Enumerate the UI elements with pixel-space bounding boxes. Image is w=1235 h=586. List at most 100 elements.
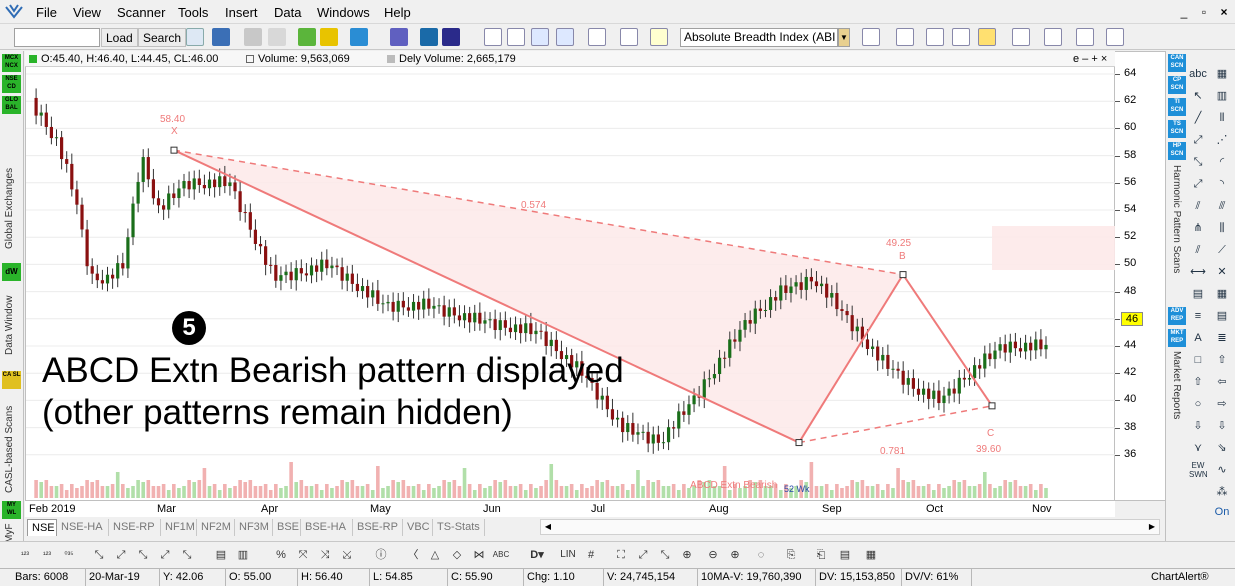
indicator-select[interactable]: Absolute Breadth Index (ABI — [680, 28, 838, 47]
tab-nf3m[interactable]: NF3M — [235, 519, 273, 536]
shape-3-icon[interactable]: ◇ — [448, 546, 466, 564]
ellipse-icon[interactable]: ○ — [1189, 395, 1207, 413]
tas-icon[interactable] — [978, 28, 996, 46]
tab-nse[interactable]: NSE — [27, 519, 57, 536]
on-toggle[interactable]: On — [1213, 503, 1231, 521]
indicator-1-icon[interactable] — [484, 28, 502, 46]
close-icon[interactable]: × — [1216, 4, 1232, 20]
left-arrow-tool-icon[interactable]: ⇦ — [1213, 373, 1231, 391]
data-window-label[interactable]: Data Window — [4, 285, 15, 355]
wave-icon[interactable]: ∿ — [1213, 461, 1231, 479]
arrow-down-icon[interactable]: ⇩ — [1189, 417, 1207, 435]
ti-scn-badge[interactable]: TI SCN — [1168, 98, 1186, 116]
cursor-icon[interactable]: ↖ — [1189, 87, 1207, 105]
my-label[interactable]: MyF — [4, 521, 15, 543]
arrows-1-icon[interactable]: ⤡ — [90, 546, 108, 564]
layout-icon[interactable]: ▤ — [836, 546, 854, 564]
search-button[interactable]: Search — [138, 28, 187, 47]
numbered-2-icon[interactable]: ¹²³ — [38, 546, 56, 564]
nse-cd-badge[interactable]: NSE CD — [2, 75, 21, 93]
zoom-out-icon[interactable]: ⊖ — [704, 546, 722, 564]
speed-lines-icon[interactable]: ⫻ — [1213, 197, 1231, 215]
restore-icon[interactable]: ▫ — [1196, 4, 1212, 20]
rectangle-icon[interactable]: □ — [1189, 351, 1207, 369]
diag-arrow-tool-icon[interactable]: ⇘ — [1213, 439, 1231, 457]
tab-nf2m[interactable]: NF2M — [197, 519, 235, 536]
tab-vbc[interactable]: VBC — [403, 519, 433, 536]
fib-45-icon[interactable]: ▤ — [1189, 285, 1207, 303]
shape-1-icon[interactable]: 〈 — [404, 546, 422, 564]
trendline-icon[interactable] — [1012, 28, 1030, 46]
symbol-input[interactable] — [14, 28, 100, 47]
tab-nse-ha[interactable]: NSE-HA — [57, 519, 109, 536]
dw-badge[interactable]: dW — [2, 263, 21, 281]
menu-view[interactable]: View — [73, 5, 101, 20]
menu-file[interactable]: File — [36, 5, 57, 20]
scale-3-icon[interactable]: ⤩ — [338, 546, 356, 564]
text-tool-icon[interactable]: A — [1189, 329, 1207, 347]
cow-tam-icon[interactable] — [926, 28, 944, 46]
menu-scanner[interactable]: Scanner — [117, 5, 165, 20]
m-icon[interactable] — [350, 28, 368, 46]
arrows-2-icon[interactable]: ⤢ — [112, 546, 130, 564]
d-dropdown-icon[interactable]: D▾ — [528, 546, 546, 564]
load-button[interactable]: Load — [101, 28, 138, 47]
arrows-3-icon[interactable]: ⤡ — [134, 546, 152, 564]
menu-help[interactable]: Help — [384, 5, 411, 20]
paste-icon[interactable]: ⎗ — [812, 546, 830, 564]
extend-sl-icon[interactable]: ⤢ — [1189, 175, 1207, 193]
horizontal-scrollbar[interactable]: ◀ ▶ — [540, 519, 1160, 535]
tab-bse[interactable]: BSE — [273, 519, 301, 536]
scroll-left-icon[interactable]: ◀ — [541, 520, 555, 534]
menu-windows[interactable]: Windows — [317, 5, 370, 20]
cycle-icon[interactable]: ≣ — [1213, 329, 1231, 347]
adv-rep-badge[interactable]: ADV REP — [1168, 307, 1186, 325]
diamond-icon[interactable] — [320, 28, 338, 46]
print-icon[interactable] — [244, 28, 262, 46]
copy-icon[interactable]: ⎘ — [782, 546, 800, 564]
abc-shape-icon[interactable]: ABC — [492, 546, 510, 564]
segment-icon[interactable]: ⟷ — [1189, 263, 1207, 281]
chart-window-controls[interactable]: e – + × — [1073, 53, 1107, 65]
scale-1-icon[interactable]: ⤧ — [294, 546, 312, 564]
zoom-in-icon[interactable]: ⊕ — [726, 546, 744, 564]
casl-badge[interactable]: CA SL — [2, 371, 21, 389]
line-tool-icon[interactable]: ╱ — [1189, 109, 1207, 127]
ma-icon[interactable] — [620, 28, 638, 46]
fib-grid-icon[interactable]: ▦ — [1213, 285, 1231, 303]
fib-1-icon[interactable]: ▤ — [212, 546, 230, 564]
menu-tools[interactable]: Tools — [178, 5, 208, 20]
global-exchanges-label[interactable]: Global Exchanges — [4, 119, 15, 249]
arrow-up-icon[interactable]: ⇧ — [1189, 373, 1207, 391]
fib-icon[interactable]: ≡ — [1189, 307, 1207, 325]
numbered-1-icon[interactable]: ¹²³ — [16, 546, 34, 564]
text-abc-icon[interactable]: abc — [1189, 65, 1207, 83]
mkt-rep-badge[interactable]: MKT REP — [1168, 329, 1186, 347]
arc-icon[interactable]: ◜ — [1213, 153, 1231, 171]
fib-arc-icon[interactable]: ◝ — [1213, 175, 1231, 193]
expand-icon[interactable]: ⤢ — [634, 546, 652, 564]
ray-sl-icon[interactable]: ⤡ — [1189, 153, 1207, 171]
my-watchlist-badge[interactable]: MY WL — [2, 501, 21, 519]
parallel-icon[interactable]: ⫽ — [1189, 241, 1207, 259]
lin-button[interactable]: LIN — [556, 546, 580, 564]
gann-icon[interactable]: ⫼ — [1213, 219, 1231, 237]
dots-icon[interactable]: ⁂ — [1213, 483, 1231, 501]
shape-4-icon[interactable]: ⋈ — [470, 546, 488, 564]
info-icon[interactable]: ⓘ — [372, 546, 390, 564]
tab-nse-rp[interactable]: NSE-RP — [109, 519, 161, 536]
web-icon[interactable] — [420, 28, 438, 46]
52wk-hilo-icon[interactable] — [556, 28, 574, 46]
cp-scn-badge[interactable]: CP SCN — [1168, 76, 1186, 94]
andrews-icon[interactable]: ⟋ — [1213, 241, 1231, 259]
scroll-right-icon[interactable]: ▶ — [1145, 520, 1159, 534]
preview-icon[interactable] — [268, 28, 286, 46]
market-reports-label[interactable]: Market Reports — [1171, 351, 1182, 431]
calc-icon[interactable] — [442, 28, 460, 46]
scale-2-icon[interactable]: ⤨ — [316, 546, 334, 564]
link-icon[interactable] — [390, 28, 408, 46]
shrink-icon[interactable]: ⤡ — [656, 546, 674, 564]
chart-style-icon[interactable] — [186, 28, 204, 46]
rt-icon[interactable] — [1106, 28, 1124, 46]
price-chart[interactable]: 58.40X 0.574 49.25 B 0.781 C 39.60 ABCD Extn Be… — [26, 52, 1116, 502]
